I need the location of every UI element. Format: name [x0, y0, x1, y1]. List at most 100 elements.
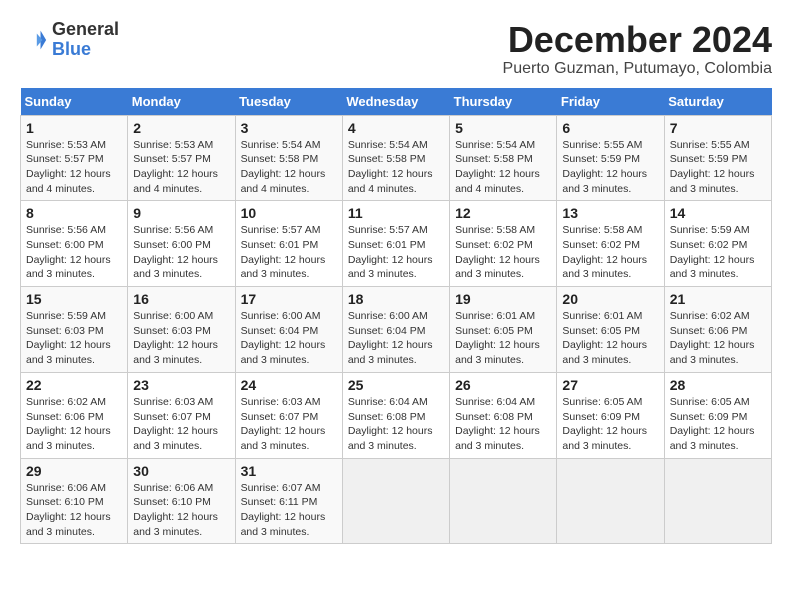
day-number: 6 [562, 120, 658, 136]
day-number: 15 [26, 291, 122, 307]
table-row: 3Sunrise: 5:54 AM Sunset: 5:58 PM Daylig… [235, 115, 342, 201]
table-row: 24Sunrise: 6:03 AM Sunset: 6:07 PM Dayli… [235, 372, 342, 458]
day-info: Sunrise: 6:01 AM Sunset: 6:05 PM Dayligh… [455, 309, 551, 368]
calendar-week-row: 22 Sunrise: 6:02 AM Sunset: 6:06 PM Dayli… [21, 372, 772, 458]
day-number: 2 [133, 120, 229, 136]
table-row: 1 Sunrise: 5:53 AM Sunset: 5:57 PM Daylig… [21, 115, 128, 201]
day-info: Sunrise: 5:54 AM Sunset: 5:58 PM Dayligh… [241, 138, 337, 197]
day-number: 27 [562, 377, 658, 393]
table-row: 2 Sunrise: 5:53 AM Sunset: 5:57 PM Daylig… [128, 115, 235, 201]
table-row: 29Sunrise: 6:06 AM Sunset: 6:10 PM Dayli… [21, 458, 128, 544]
day-info: Sunrise: 6:07 AM Sunset: 6:11 PM Dayligh… [241, 481, 337, 540]
day-number: 14 [670, 205, 766, 221]
day-number: 25 [348, 377, 444, 393]
day-number: 19 [455, 291, 551, 307]
day-number: 8 [26, 205, 122, 221]
page-header: General Blue December 2024 Puerto Guzman… [20, 20, 772, 78]
table-row: 12 Sunrise: 5:58 AM Sunset: 6:02 PM Dayli… [450, 201, 557, 287]
day-number: 17 [241, 291, 337, 307]
day-info: Sunrise: 5:53 AM Sunset: 5:57 PM Dayligh… [26, 138, 122, 197]
day-info: Sunrise: 5:54 AM Sunset: 5:58 PM Dayligh… [348, 138, 444, 197]
table-row: 13Sunrise: 5:58 AM Sunset: 6:02 PM Dayli… [557, 201, 664, 287]
header-monday: Monday [128, 88, 235, 116]
day-info: Sunrise: 6:02 AM Sunset: 6:06 PM Dayligh… [26, 395, 122, 454]
day-number: 24 [241, 377, 337, 393]
day-number: 26 [455, 377, 551, 393]
header-tuesday: Tuesday [235, 88, 342, 116]
day-number: 23 [133, 377, 229, 393]
day-info: Sunrise: 5:59 AM Sunset: 6:02 PM Dayligh… [670, 223, 766, 282]
day-info: Sunrise: 5:58 AM Sunset: 6:02 PM Dayligh… [455, 223, 551, 282]
day-number: 31 [241, 463, 337, 479]
table-row: 25Sunrise: 6:04 AM Sunset: 6:08 PM Dayli… [342, 372, 449, 458]
table-row [664, 458, 771, 544]
table-row: 15Sunrise: 5:59 AM Sunset: 6:03 PM Dayli… [21, 287, 128, 373]
day-number: 12 [455, 205, 551, 221]
calendar-week-row: 15Sunrise: 5:59 AM Sunset: 6:03 PM Dayli… [21, 287, 772, 373]
calendar-title: December 2024 [503, 20, 772, 60]
day-number: 18 [348, 291, 444, 307]
day-info: Sunrise: 5:55 AM Sunset: 5:59 PM Dayligh… [670, 138, 766, 197]
header-sunday: Sunday [21, 88, 128, 116]
day-number: 22 [26, 377, 122, 393]
table-row: 22 Sunrise: 6:02 AM Sunset: 6:06 PM Dayli… [21, 372, 128, 458]
day-info: Sunrise: 6:00 AM Sunset: 6:04 PM Dayligh… [348, 309, 444, 368]
table-row: 19 Sunrise: 6:01 AM Sunset: 6:05 PM Dayli… [450, 287, 557, 373]
table-row: 26 Sunrise: 6:04 AM Sunset: 6:08 PM Dayli… [450, 372, 557, 458]
table-row: 16Sunrise: 6:00 AM Sunset: 6:03 PM Dayli… [128, 287, 235, 373]
day-number: 11 [348, 205, 444, 221]
day-number: 29 [26, 463, 122, 479]
table-row: 30Sunrise: 6:06 AM Sunset: 6:10 PM Dayli… [128, 458, 235, 544]
header-wednesday: Wednesday [342, 88, 449, 116]
day-info: Sunrise: 6:04 AM Sunset: 6:08 PM Dayligh… [455, 395, 551, 454]
day-number: 16 [133, 291, 229, 307]
day-number: 21 [670, 291, 766, 307]
header-friday: Friday [557, 88, 664, 116]
table-row [557, 458, 664, 544]
calendar-table: Sunday Monday Tuesday Wednesday Thursday… [20, 88, 772, 545]
calendar-week-row: 1 Sunrise: 5:53 AM Sunset: 5:57 PM Daylig… [21, 115, 772, 201]
table-row: 28 Sunrise: 6:05 AM Sunset: 6:09 PM Dayli… [664, 372, 771, 458]
header-thursday: Thursday [450, 88, 557, 116]
table-row: 18 Sunrise: 6:00 AM Sunset: 6:04 PM Dayli… [342, 287, 449, 373]
day-info: Sunrise: 6:06 AM Sunset: 6:10 PM Dayligh… [133, 481, 229, 540]
table-row: 6 Sunrise: 5:55 AM Sunset: 5:59 PM Daylig… [557, 115, 664, 201]
logo-text: General Blue [52, 20, 119, 60]
day-number: 9 [133, 205, 229, 221]
table-row [342, 458, 449, 544]
day-info: Sunrise: 5:53 AM Sunset: 5:57 PM Dayligh… [133, 138, 229, 197]
logo-icon [20, 26, 48, 54]
table-row: 27 Sunrise: 6:05 AM Sunset: 6:09 PM Dayli… [557, 372, 664, 458]
table-row: 21 Sunrise: 6:02 AM Sunset: 6:06 PM Dayli… [664, 287, 771, 373]
table-row: 31 Sunrise: 6:07 AM Sunset: 6:11 PM Dayli… [235, 458, 342, 544]
weekday-header-row: Sunday Monday Tuesday Wednesday Thursday… [21, 88, 772, 116]
day-info: Sunrise: 6:02 AM Sunset: 6:06 PM Dayligh… [670, 309, 766, 368]
table-row: 14 Sunrise: 5:59 AM Sunset: 6:02 PM Dayli… [664, 201, 771, 287]
table-row: 8 Sunrise: 5:56 AM Sunset: 6:00 PM Daylig… [21, 201, 128, 287]
day-number: 1 [26, 120, 122, 136]
table-row: 17 Sunrise: 6:00 AM Sunset: 6:04 PM Dayli… [235, 287, 342, 373]
logo: General Blue [20, 20, 119, 60]
day-info: Sunrise: 5:56 AM Sunset: 6:00 PM Dayligh… [26, 223, 122, 282]
day-info: Sunrise: 6:00 AM Sunset: 6:04 PM Dayligh… [241, 309, 337, 368]
day-info: Sunrise: 5:56 AM Sunset: 6:00 PM Dayligh… [133, 223, 229, 282]
day-number: 13 [562, 205, 658, 221]
day-info: Sunrise: 6:03 AM Sunset: 6:07 PM Dayligh… [133, 395, 229, 454]
table-row: 10Sunrise: 5:57 AM Sunset: 6:01 PM Dayli… [235, 201, 342, 287]
day-info: Sunrise: 5:55 AM Sunset: 5:59 PM Dayligh… [562, 138, 658, 197]
table-row [450, 458, 557, 544]
table-row: 5Sunrise: 5:54 AM Sunset: 5:58 PM Daylig… [450, 115, 557, 201]
logo-line1: General [52, 20, 119, 40]
day-info: Sunrise: 6:05 AM Sunset: 6:09 PM Dayligh… [562, 395, 658, 454]
logo-line2: Blue [52, 40, 119, 60]
table-row: 4Sunrise: 5:54 AM Sunset: 5:58 PM Daylig… [342, 115, 449, 201]
day-number: 20 [562, 291, 658, 307]
calendar-week-row: 29 Sunrise: 6:06 AM Sunset: 6:10 PM Dayli… [21, 458, 772, 544]
header-saturday: Saturday [664, 88, 771, 116]
day-info: Sunrise: 6:05 AM Sunset: 6:09 PM Dayligh… [670, 395, 766, 454]
table-row: 23 Sunrise: 6:03 AM Sunset: 6:07 PM Dayli… [128, 372, 235, 458]
table-row: 7Sunrise: 5:55 AM Sunset: 5:59 PM Daylig… [664, 115, 771, 201]
day-number: 28 [670, 377, 766, 393]
calendar-subtitle: Puerto Guzman, Putumayo, Colombia [503, 60, 772, 78]
day-number: 5 [455, 120, 551, 136]
